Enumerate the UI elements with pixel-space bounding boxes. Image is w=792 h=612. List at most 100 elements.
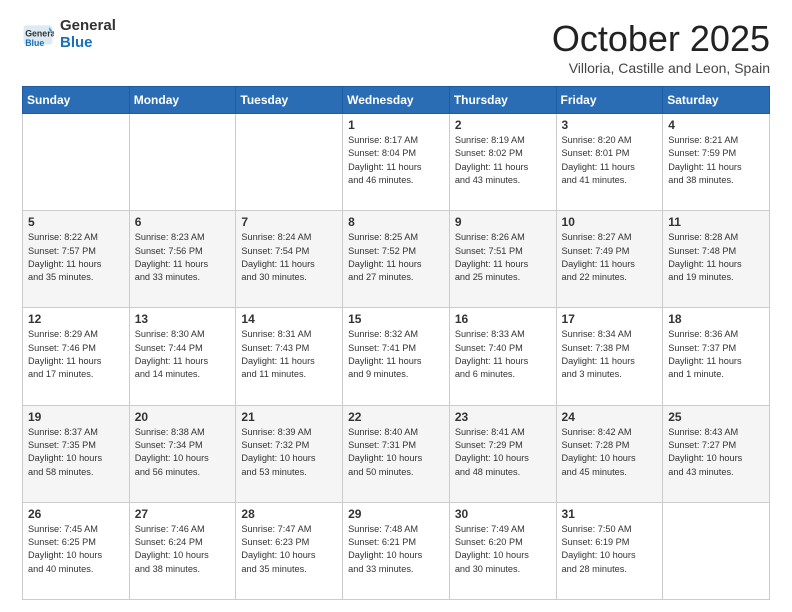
day-number: 21 xyxy=(241,410,337,424)
day-info: Sunrise: 8:36 AMSunset: 7:37 PMDaylight:… xyxy=(668,328,764,381)
empty-cell xyxy=(129,114,236,211)
day-number: 17 xyxy=(562,312,658,326)
day-number: 9 xyxy=(455,215,551,229)
day-info: Sunrise: 8:42 AMSunset: 7:28 PMDaylight:… xyxy=(562,426,658,479)
day-number: 29 xyxy=(348,507,444,521)
day-cell-10: 10Sunrise: 8:27 AMSunset: 7:49 PMDayligh… xyxy=(556,211,663,308)
day-cell-28: 28 Sunrise: 7:47 AMSunset: 6:23 PMDayligh… xyxy=(236,502,343,599)
day-number: 8 xyxy=(348,215,444,229)
day-cell-16: 16 Sunrise: 8:33 AMSunset: 7:40 PMDayligh… xyxy=(449,308,556,405)
day-number: 13 xyxy=(135,312,231,326)
day-cell-9: 9 Sunrise: 8:26 AMSunset: 7:51 PMDaylight… xyxy=(449,211,556,308)
day-number: 16 xyxy=(455,312,551,326)
day-info: Sunrise: 8:29 AMSunset: 7:46 PMDaylight:… xyxy=(28,328,124,381)
day-cell-7: 7Sunrise: 8:24 AMSunset: 7:54 PMDaylight… xyxy=(236,211,343,308)
day-info: Sunrise: 8:32 AMSunset: 7:41 PMDaylight:… xyxy=(348,328,444,381)
day-info: Sunrise: 8:26 AMSunset: 7:51 PMDaylight:… xyxy=(455,231,551,284)
weekday-header-tuesday: Tuesday xyxy=(236,87,343,114)
day-cell-2: 2Sunrise: 8:19 AMSunset: 8:02 PMDaylight… xyxy=(449,114,556,211)
day-info: Sunrise: 8:21 AMSunset: 7:59 PMDaylight:… xyxy=(668,134,764,187)
day-info: Sunrise: 8:17 AMSunset: 8:04 PMDaylight:… xyxy=(348,134,444,187)
day-cell-20: 20 Sunrise: 8:38 AMSunset: 7:34 PMDayligh… xyxy=(129,405,236,502)
header: General Blue General Blue October 2025 V… xyxy=(22,18,770,76)
day-info: Sunrise: 8:40 AMSunset: 7:31 PMDaylight:… xyxy=(348,426,444,479)
day-number: 15 xyxy=(348,312,444,326)
day-cell-31: 31 Sunrise: 7:50 AMSunset: 6:19 PMDayligh… xyxy=(556,502,663,599)
day-number: 31 xyxy=(562,507,658,521)
day-info: Sunrise: 8:33 AMSunset: 7:40 PMDaylight:… xyxy=(455,328,551,381)
day-info: Sunrise: 8:28 AMSunset: 7:48 PMDaylight:… xyxy=(668,231,764,284)
day-cell-13: 13 Sunrise: 8:30 AMSunset: 7:44 PMDayligh… xyxy=(129,308,236,405)
day-cell-6: 6Sunrise: 8:23 AMSunset: 7:56 PMDaylight… xyxy=(129,211,236,308)
day-info: Sunrise: 8:34 AMSunset: 7:38 PMDaylight:… xyxy=(562,328,658,381)
day-info: Sunrise: 8:43 AMSunset: 7:27 PMDaylight:… xyxy=(668,426,764,479)
calendar-table: SundayMondayTuesdayWednesdayThursdayFrid… xyxy=(22,86,770,600)
day-number: 5 xyxy=(28,215,124,229)
day-number: 26 xyxy=(28,507,124,521)
day-cell-23: 23 Sunrise: 8:41 AMSunset: 7:29 PMDayligh… xyxy=(449,405,556,502)
day-number: 18 xyxy=(668,312,764,326)
day-cell-4: 4 Sunrise: 8:21 AMSunset: 7:59 PMDaylight… xyxy=(663,114,770,211)
week-row-3: 12 Sunrise: 8:29 AMSunset: 7:46 PMDayligh… xyxy=(23,308,770,405)
day-cell-15: 15 Sunrise: 8:32 AMSunset: 7:41 PMDayligh… xyxy=(343,308,450,405)
day-info: Sunrise: 7:46 AMSunset: 6:24 PMDaylight:… xyxy=(135,523,231,576)
day-info: Sunrise: 8:31 AMSunset: 7:43 PMDaylight:… xyxy=(241,328,337,381)
day-number: 7 xyxy=(241,215,337,229)
day-number: 20 xyxy=(135,410,231,424)
day-cell-22: 22 Sunrise: 8:40 AMSunset: 7:31 PMDayligh… xyxy=(343,405,450,502)
logo-icon: General Blue xyxy=(22,19,54,51)
day-cell-8: 8 Sunrise: 8:25 AMSunset: 7:52 PMDaylight… xyxy=(343,211,450,308)
day-info: Sunrise: 8:22 AMSunset: 7:57 PMDaylight:… xyxy=(28,231,124,284)
day-number: 4 xyxy=(668,118,764,132)
empty-cell xyxy=(236,114,343,211)
day-number: 23 xyxy=(455,410,551,424)
weekday-header-sunday: Sunday xyxy=(23,87,130,114)
day-info: Sunrise: 7:45 AMSunset: 6:25 PMDaylight:… xyxy=(28,523,124,576)
svg-text:Blue: Blue xyxy=(25,38,44,48)
day-info: Sunrise: 8:41 AMSunset: 7:29 PMDaylight:… xyxy=(455,426,551,479)
day-info: Sunrise: 8:38 AMSunset: 7:34 PMDaylight:… xyxy=(135,426,231,479)
day-info: Sunrise: 8:30 AMSunset: 7:44 PMDaylight:… xyxy=(135,328,231,381)
day-info: Sunrise: 7:50 AMSunset: 6:19 PMDaylight:… xyxy=(562,523,658,576)
weekday-header-saturday: Saturday xyxy=(663,87,770,114)
logo-general-text: General xyxy=(60,18,116,35)
title-block: October 2025 Villoria, Castille and Leon… xyxy=(552,18,770,76)
weekday-header-friday: Friday xyxy=(556,87,663,114)
day-cell-14: 14 Sunrise: 8:31 AMSunset: 7:43 PMDayligh… xyxy=(236,308,343,405)
day-cell-5: 5 Sunrise: 8:22 AMSunset: 7:57 PMDaylight… xyxy=(23,211,130,308)
day-number: 1 xyxy=(348,118,444,132)
logo: General Blue General Blue xyxy=(22,18,116,51)
day-info: Sunrise: 7:49 AMSunset: 6:20 PMDaylight:… xyxy=(455,523,551,576)
day-info: Sunrise: 8:25 AMSunset: 7:52 PMDaylight:… xyxy=(348,231,444,284)
day-cell-19: 19 Sunrise: 8:37 AMSunset: 7:35 PMDayligh… xyxy=(23,405,130,502)
day-cell-30: 30Sunrise: 7:49 AMSunset: 6:20 PMDayligh… xyxy=(449,502,556,599)
week-row-1: 1 Sunrise: 8:17 AMSunset: 8:04 PMDaylight… xyxy=(23,114,770,211)
day-cell-12: 12 Sunrise: 8:29 AMSunset: 7:46 PMDayligh… xyxy=(23,308,130,405)
day-cell-25: 25Sunrise: 8:43 AMSunset: 7:27 PMDayligh… xyxy=(663,405,770,502)
day-cell-24: 24 Sunrise: 8:42 AMSunset: 7:28 PMDayligh… xyxy=(556,405,663,502)
day-cell-18: 18 Sunrise: 8:36 AMSunset: 7:37 PMDayligh… xyxy=(663,308,770,405)
day-number: 12 xyxy=(28,312,124,326)
day-number: 27 xyxy=(135,507,231,521)
day-cell-3: 3Sunrise: 8:20 AMSunset: 8:01 PMDaylight… xyxy=(556,114,663,211)
day-info: Sunrise: 8:19 AMSunset: 8:02 PMDaylight:… xyxy=(455,134,551,187)
day-info: Sunrise: 7:47 AMSunset: 6:23 PMDaylight:… xyxy=(241,523,337,576)
day-info: Sunrise: 7:48 AMSunset: 6:21 PMDaylight:… xyxy=(348,523,444,576)
day-number: 11 xyxy=(668,215,764,229)
day-number: 28 xyxy=(241,507,337,521)
week-row-2: 5 Sunrise: 8:22 AMSunset: 7:57 PMDaylight… xyxy=(23,211,770,308)
day-info: Sunrise: 8:37 AMSunset: 7:35 PMDaylight:… xyxy=(28,426,124,479)
weekday-header-thursday: Thursday xyxy=(449,87,556,114)
day-number: 14 xyxy=(241,312,337,326)
day-number: 24 xyxy=(562,410,658,424)
day-number: 22 xyxy=(348,410,444,424)
day-cell-21: 21 Sunrise: 8:39 AMSunset: 7:32 PMDayligh… xyxy=(236,405,343,502)
day-number: 19 xyxy=(28,410,124,424)
day-number: 3 xyxy=(562,118,658,132)
day-cell-11: 11 Sunrise: 8:28 AMSunset: 7:48 PMDayligh… xyxy=(663,211,770,308)
empty-cell xyxy=(23,114,130,211)
day-info: Sunrise: 8:39 AMSunset: 7:32 PMDaylight:… xyxy=(241,426,337,479)
logo-text: General Blue xyxy=(60,18,116,51)
page: General Blue General Blue October 2025 V… xyxy=(0,0,792,612)
month-title: October 2025 xyxy=(552,18,770,60)
